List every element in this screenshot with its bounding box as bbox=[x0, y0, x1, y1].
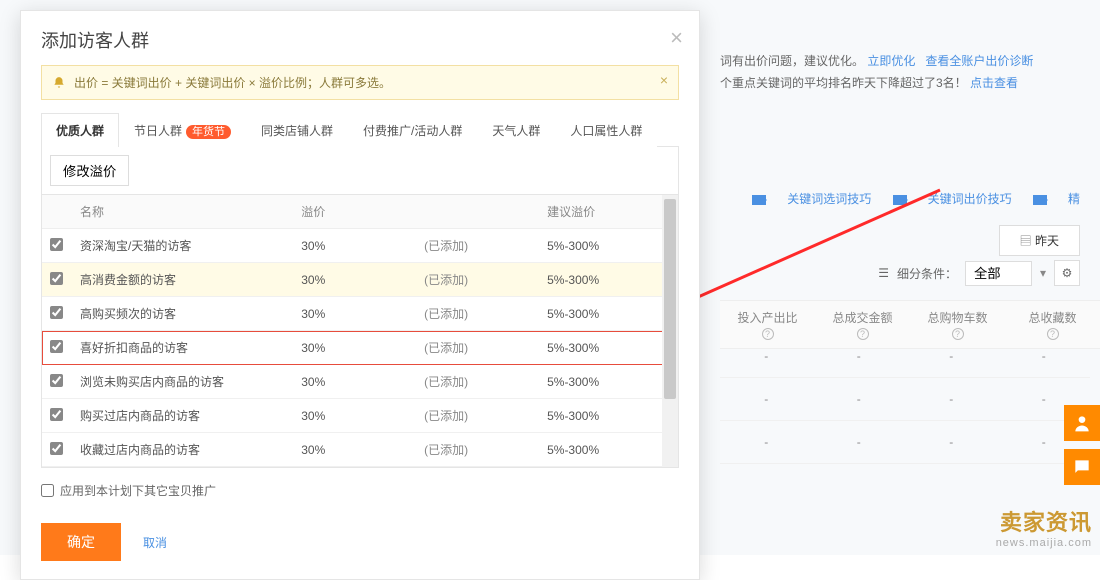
row-checkbox[interactable] bbox=[50, 238, 63, 251]
float-action-icons bbox=[1064, 397, 1100, 485]
row-name: 喜好折扣商品的访客 bbox=[80, 339, 301, 356]
modify-premium-button[interactable]: 修改溢价 bbox=[50, 155, 129, 186]
tab-3[interactable]: 付费推广/活动人群 bbox=[348, 113, 477, 147]
row-name: 资深淘宝/天猫的访客 bbox=[80, 237, 301, 254]
cancel-button[interactable]: 取消 bbox=[143, 534, 167, 551]
scrollbar-thumb[interactable] bbox=[664, 199, 676, 399]
row-status: (已添加) bbox=[424, 441, 547, 458]
table-row[interactable]: 浏览未购买店内商品的访客30%(已添加)5%-300% bbox=[42, 365, 678, 399]
table-row[interactable]: 资深淘宝/天猫的访客30%(已添加)5%-300% bbox=[42, 229, 678, 263]
row-premium: 30% bbox=[301, 341, 424, 355]
diagnosis-banner: 词有出价问题，建议优化。 立即优化 查看全账户出价诊断 个重点关键词的平均排名昨… bbox=[720, 50, 1100, 94]
toolbar: 修改溢价 bbox=[41, 147, 679, 195]
extra-tip-link[interactable]: 精 bbox=[1033, 192, 1080, 206]
tab-badge: 年货节 bbox=[186, 125, 231, 139]
row-premium: 30% bbox=[301, 443, 424, 457]
close-icon[interactable]: × bbox=[670, 25, 683, 51]
row-suggest: 5%-300% bbox=[547, 239, 670, 253]
apply-label: 应用到本计划下其它宝贝推广 bbox=[60, 482, 216, 499]
settings-button[interactable]: ⚙ bbox=[1054, 260, 1080, 286]
click-view-link[interactable]: 点击查看 bbox=[970, 76, 1018, 90]
filter-list-icon: ☰ bbox=[878, 266, 889, 280]
bell-icon bbox=[52, 76, 66, 90]
apply-to-other-items: 应用到本计划下其它宝贝推广 bbox=[41, 482, 679, 499]
row-checkbox[interactable] bbox=[50, 306, 63, 319]
row-status: (已添加) bbox=[424, 339, 547, 356]
row-checkbox[interactable] bbox=[50, 374, 63, 387]
row-checkbox[interactable] bbox=[50, 340, 63, 353]
keyword-bid-tip-link[interactable]: 关键词出价技巧 bbox=[893, 192, 1012, 206]
row-name: 高消费金额的访客 bbox=[80, 271, 301, 288]
row-checkbox[interactable] bbox=[50, 408, 63, 421]
watermark: 卖家资讯 news.maijia.com bbox=[996, 505, 1092, 549]
row-name: 购买过店内商品的访客 bbox=[80, 407, 301, 424]
scrollbar-track[interactable] bbox=[662, 195, 678, 467]
view-diagnosis-link[interactable]: 查看全账户出价诊断 bbox=[925, 54, 1033, 68]
row-premium: 30% bbox=[301, 239, 424, 253]
col-premium: 溢价 bbox=[301, 203, 424, 220]
keyword-select-tip-link[interactable]: 关键词选词技巧 bbox=[752, 192, 871, 206]
tab-5[interactable]: 人口属性人群 bbox=[555, 113, 657, 147]
support-person-icon[interactable] bbox=[1064, 405, 1100, 441]
row-suggest: 5%-300% bbox=[547, 409, 670, 423]
row-suggest: 5%-300% bbox=[547, 273, 670, 287]
row-status: (已添加) bbox=[424, 305, 547, 322]
price-formula-alert: 出价 = 关键词出价 + 关键词出价 × 溢价比例；人群可多选。 × bbox=[41, 65, 679, 100]
tips-links: 关键词选词技巧 关键词出价技巧 精 bbox=[734, 190, 1080, 207]
tab-1[interactable]: 节日人群年货节 bbox=[119, 113, 246, 147]
row-premium: 30% bbox=[301, 375, 424, 389]
tab-0[interactable]: 优质人群 bbox=[41, 113, 119, 147]
row-suggest: 5%-300% bbox=[547, 307, 670, 321]
row-status: (已添加) bbox=[424, 237, 547, 254]
row-status: (已添加) bbox=[424, 271, 547, 288]
tab-2[interactable]: 同类店铺人群 bbox=[246, 113, 348, 147]
banner-text: 词有出价问题，建议优化。 bbox=[720, 54, 864, 68]
row-premium: 30% bbox=[301, 273, 424, 287]
col-name: 名称 bbox=[80, 203, 301, 220]
row-status: (已添加) bbox=[424, 373, 547, 390]
alert-close-icon[interactable]: × bbox=[660, 72, 668, 88]
modal-title: 添加访客人群 × bbox=[21, 11, 699, 65]
row-name: 浏览未购买店内商品的访客 bbox=[80, 373, 301, 390]
col-suggest: 建议溢价 bbox=[547, 203, 670, 220]
metrics-rows: ---- ---- ---- bbox=[720, 335, 1090, 464]
row-name: 收藏过店内商品的访客 bbox=[80, 441, 301, 458]
audience-table: 名称 溢价 建议溢价 资深淘宝/天猫的访客30%(已添加)5%-300%高消费金… bbox=[41, 195, 679, 468]
add-visitor-group-modal: 添加访客人群 × 出价 = 关键词出价 + 关键词出价 × 溢价比例；人群可多选… bbox=[20, 10, 700, 580]
tab-4[interactable]: 天气人群 bbox=[477, 113, 555, 147]
row-premium: 30% bbox=[301, 307, 424, 321]
camera-icon bbox=[893, 195, 907, 205]
row-status: (已添加) bbox=[424, 407, 547, 424]
table-header: 名称 溢价 建议溢价 bbox=[42, 195, 678, 229]
optimize-now-link[interactable]: 立即优化 bbox=[867, 54, 915, 68]
row-suggest: 5%-300% bbox=[547, 443, 670, 457]
modal-footer: 确定 取消 bbox=[41, 523, 679, 561]
table-row[interactable]: 购买过店内商品的访客30%(已添加)5%-300% bbox=[42, 399, 678, 433]
filter-select[interactable]: 全部 bbox=[965, 261, 1032, 286]
audience-tabs: 优质人群节日人群年货节同类店铺人群付费推广/活动人群天气人群人口属性人群 bbox=[41, 112, 679, 147]
row-name: 高购买频次的访客 bbox=[80, 305, 301, 322]
camera-icon bbox=[1033, 195, 1047, 205]
table-row[interactable]: 高购买频次的访客30%(已添加)5%-300% bbox=[42, 297, 678, 331]
date-range-button[interactable]: ▤ 昨天 bbox=[999, 225, 1080, 256]
chat-icon[interactable] bbox=[1064, 449, 1100, 485]
apply-checkbox[interactable] bbox=[41, 484, 54, 497]
table-row[interactable]: 收藏过店内商品的访客30%(已添加)5%-300% bbox=[42, 433, 678, 467]
row-checkbox[interactable] bbox=[50, 442, 63, 455]
row-premium: 30% bbox=[301, 409, 424, 423]
table-row[interactable]: 喜好折扣商品的访客30%(已添加)5%-300% bbox=[42, 331, 678, 365]
camera-icon bbox=[752, 195, 766, 205]
filter-bar: ☰ 细分条件： 全部 ▾ ⚙ bbox=[878, 260, 1080, 286]
table-row[interactable]: 高消费金额的访客30%(已添加)5%-300% bbox=[42, 263, 678, 297]
row-suggest: 5%-300% bbox=[547, 375, 670, 389]
filter-label: 细分条件： bbox=[897, 265, 957, 282]
row-checkbox[interactable] bbox=[50, 272, 63, 285]
confirm-button[interactable]: 确定 bbox=[41, 523, 121, 561]
row-suggest: 5%-300% bbox=[547, 341, 670, 355]
banner-text-2: 个重点关键词的平均排名昨天下降超过了3名！ bbox=[720, 76, 967, 90]
